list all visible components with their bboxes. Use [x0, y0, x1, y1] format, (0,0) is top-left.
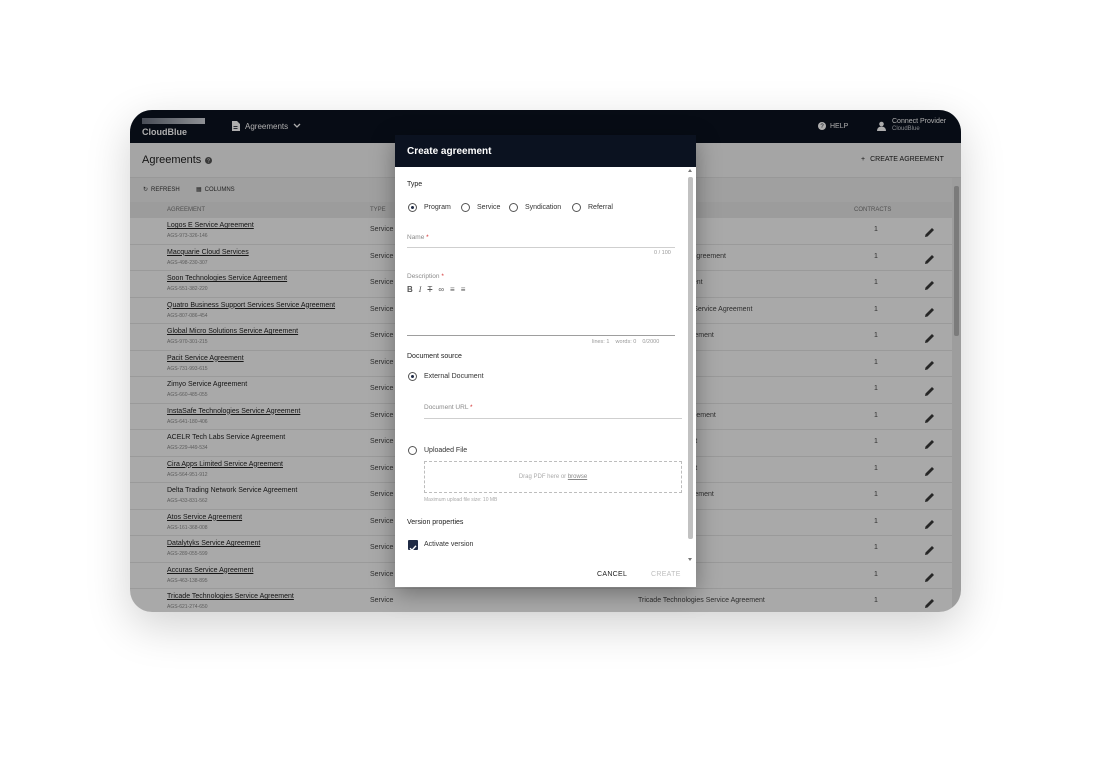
external-document-label: External Document [424, 373, 484, 380]
pdf-dropzone[interactable]: Drag PDF here or browse [424, 461, 682, 493]
radio-service[interactable] [461, 203, 470, 212]
numbered-list-icon[interactable]: ≡ [461, 285, 466, 294]
description-field-label: Description * [407, 273, 444, 280]
bold-icon[interactable]: B [407, 285, 413, 294]
description-input[interactable] [407, 335, 675, 336]
dialog-body: Type Program Service Syndication Referra… [395, 167, 696, 562]
document-url-input[interactable] [424, 418, 682, 419]
dropzone-text: Drag PDF here or [518, 474, 567, 480]
radio-program-label: Program [424, 204, 451, 211]
type-label: Type [407, 181, 423, 188]
radio-external-document[interactable] [408, 372, 417, 381]
description-counter: lines: 1 words: 0 0/2000 [592, 339, 660, 345]
radio-referral-label: Referral [588, 204, 613, 211]
document-source-label: Document source [407, 353, 462, 360]
browse-link[interactable]: browse [568, 474, 587, 480]
radio-uploaded-file[interactable] [408, 446, 417, 455]
name-input[interactable] [407, 247, 675, 248]
radio-program[interactable] [408, 203, 417, 212]
radio-referral[interactable] [572, 203, 581, 212]
activate-version-checkbox[interactable] [408, 540, 418, 552]
strikethrough-icon[interactable]: T [427, 285, 432, 294]
dialog-scrollbar[interactable] [687, 169, 694, 561]
radio-syndication-label: Syndication [525, 204, 562, 211]
format-toolbar: B I T ∞ ≡ ≡ [407, 285, 465, 294]
document-url-label: Document URL * [424, 404, 473, 411]
radio-syndication[interactable] [509, 203, 518, 212]
uploaded-file-label: Uploaded File [424, 447, 468, 454]
max-size-hint: Maximum upload file size: 10 MB [424, 497, 498, 503]
scroll-down-icon[interactable] [688, 558, 692, 561]
scroll-up-icon[interactable] [688, 169, 692, 172]
check-icon [409, 545, 417, 552]
link-icon[interactable]: ∞ [438, 285, 444, 294]
dialog-scrollbar-thumb[interactable] [688, 177, 693, 539]
version-properties-label: Version properties [407, 519, 464, 526]
name-field-label: Name * [407, 234, 429, 241]
activate-version-label: Activate version [424, 541, 474, 548]
italic-icon[interactable]: I [419, 285, 422, 294]
create-button[interactable]: CREATE [651, 571, 681, 578]
name-counter: 0 / 100 [654, 250, 671, 256]
bullet-list-icon[interactable]: ≡ [450, 285, 455, 294]
create-agreement-dialog: Create agreement Type Program Service Sy… [395, 135, 696, 587]
dialog-header: Create agreement [395, 135, 696, 167]
radio-service-label: Service [477, 204, 501, 211]
dialog-title: Create agreement [407, 146, 492, 157]
cancel-button[interactable]: CANCEL [597, 571, 627, 578]
dialog-footer: CANCEL CREATE [395, 562, 696, 587]
